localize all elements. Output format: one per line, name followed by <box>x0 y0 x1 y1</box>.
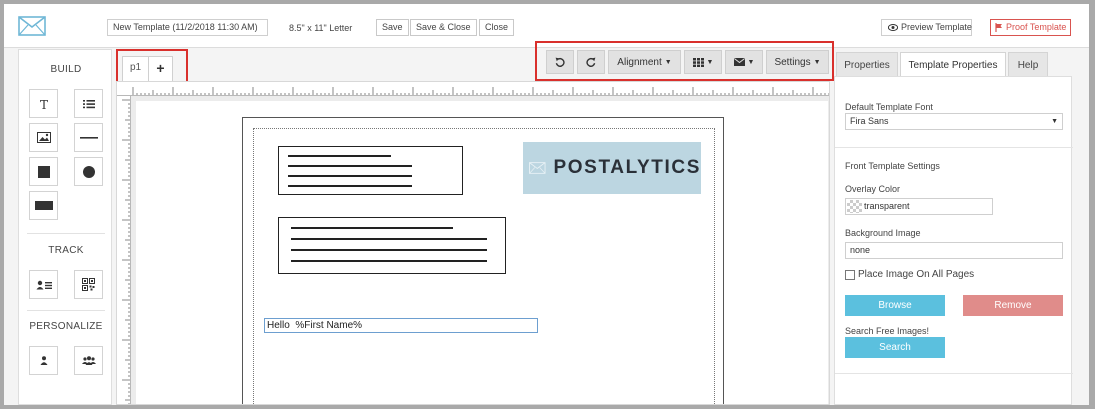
browse-button[interactable]: Browse <box>845 295 945 316</box>
preview-template-button[interactable]: Preview Template <box>881 19 972 36</box>
close-button[interactable]: Close <box>479 19 515 36</box>
single-person-tool-button[interactable] <box>29 346 58 375</box>
recipient-address-block[interactable] <box>278 217 506 274</box>
circle-icon <box>82 165 95 178</box>
front-settings-label: Front Template Settings <box>845 161 940 171</box>
brand-envelope-icon <box>529 162 546 174</box>
save-button[interactable]: Save <box>376 19 409 36</box>
build-section-title: BUILD <box>50 64 82 75</box>
preview-template-label: Preview Template <box>901 22 972 32</box>
address-line <box>288 155 391 157</box>
envelope-logo-icon <box>18 16 46 36</box>
overlay-color-input[interactable]: transparent <box>845 198 993 215</box>
square-icon <box>37 165 50 178</box>
remove-button[interactable]: Remove <box>963 295 1063 316</box>
address-line <box>288 165 412 167</box>
greeting-text-field[interactable]: Hello %First Name% <box>264 318 538 333</box>
horizontal-line-icon <box>79 136 98 139</box>
page-tabs-highlight-box <box>116 49 188 83</box>
contact-card-icon <box>36 280 52 289</box>
horizontal-ruler <box>117 82 829 96</box>
group-tool-button[interactable] <box>74 346 103 375</box>
qr-code-icon <box>82 278 95 291</box>
section-divider <box>27 310 105 311</box>
place-image-checkbox[interactable] <box>845 270 855 280</box>
place-image-label: Place Image On All Pages <box>858 269 975 280</box>
list-tool-button[interactable] <box>74 89 103 118</box>
flag-icon <box>995 23 1002 33</box>
rectangle-tool-button[interactable] <box>29 157 58 186</box>
tab-template-properties[interactable]: Template Properties <box>900 52 1006 77</box>
proof-template-label: Proof Template <box>1006 22 1067 32</box>
template-properties-panel: Default Template Font Fira Sans ▼ Front … <box>834 76 1073 405</box>
paper-size-label: 8.5" x 11" Letter <box>289 23 353 33</box>
address-line <box>288 185 412 187</box>
tab-properties[interactable]: Properties <box>836 52 898 77</box>
proof-template-button[interactable]: Proof Template <box>990 19 1071 36</box>
section-divider <box>27 233 105 234</box>
default-font-select[interactable]: Fira Sans ▼ <box>845 113 1063 130</box>
qr-code-tool-button[interactable] <box>74 270 103 299</box>
search-button[interactable]: Search <box>845 337 945 358</box>
image-icon <box>36 132 51 143</box>
address-line <box>291 227 453 229</box>
vertical-ruler <box>117 96 131 404</box>
background-image-label: Background Image <box>845 228 921 238</box>
bar-tool-button[interactable] <box>29 191 58 220</box>
build-panel: BUILD T TRACK PERSONALIZE <box>18 49 112 405</box>
toolbar-highlight-box <box>535 41 834 81</box>
design-canvas[interactable]: POSTALYTICS Hello %First Name% <box>116 81 830 405</box>
brand-logo-image[interactable]: POSTALYTICS <box>523 142 701 194</box>
contact-card-tool-button[interactable] <box>29 270 58 299</box>
panel-divider <box>835 147 1073 148</box>
person-icon <box>40 356 47 365</box>
personalize-section-title: PERSONALIZE <box>29 321 103 332</box>
address-line <box>291 238 487 240</box>
default-font-value: Fira Sans <box>850 116 889 126</box>
default-font-label: Default Template Font <box>845 102 933 112</box>
address-line <box>291 249 487 251</box>
background-image-input[interactable]: none <box>845 242 1063 259</box>
address-line <box>291 260 487 262</box>
line-tool-button[interactable] <box>74 123 103 152</box>
image-tool-button[interactable] <box>29 123 58 152</box>
text-icon: T <box>39 98 47 110</box>
wide-rectangle-icon <box>34 201 53 210</box>
group-icon <box>81 356 96 365</box>
overlay-color-label: Overlay Color <box>845 184 901 194</box>
eye-icon <box>887 24 899 32</box>
transparent-swatch-icon <box>847 200 862 213</box>
panel-divider <box>835 373 1073 374</box>
template-name-input[interactable]: New Template (11/2/2018 11:30 AM) <box>107 19 268 36</box>
save-and-close-button[interactable]: Save & Close <box>410 19 477 36</box>
caret-down-icon: ▼ <box>1051 118 1058 125</box>
address-line <box>288 175 412 177</box>
tab-help[interactable]: Help <box>1008 52 1048 77</box>
app-window: New Template (11/2/2018 11:30 AM) 8.5" x… <box>4 4 1089 405</box>
track-section-title: TRACK <box>48 245 84 256</box>
list-icon <box>82 99 95 108</box>
svg-text:T: T <box>39 98 47 110</box>
search-free-images-label: Search Free Images! <box>845 326 930 336</box>
circle-tool-button[interactable] <box>74 157 103 186</box>
return-address-block[interactable] <box>278 146 463 195</box>
brand-logo-text: POSTALYTICS <box>553 157 701 178</box>
text-tool-button[interactable]: T <box>29 89 58 118</box>
overlay-color-value: transparent <box>864 201 910 211</box>
